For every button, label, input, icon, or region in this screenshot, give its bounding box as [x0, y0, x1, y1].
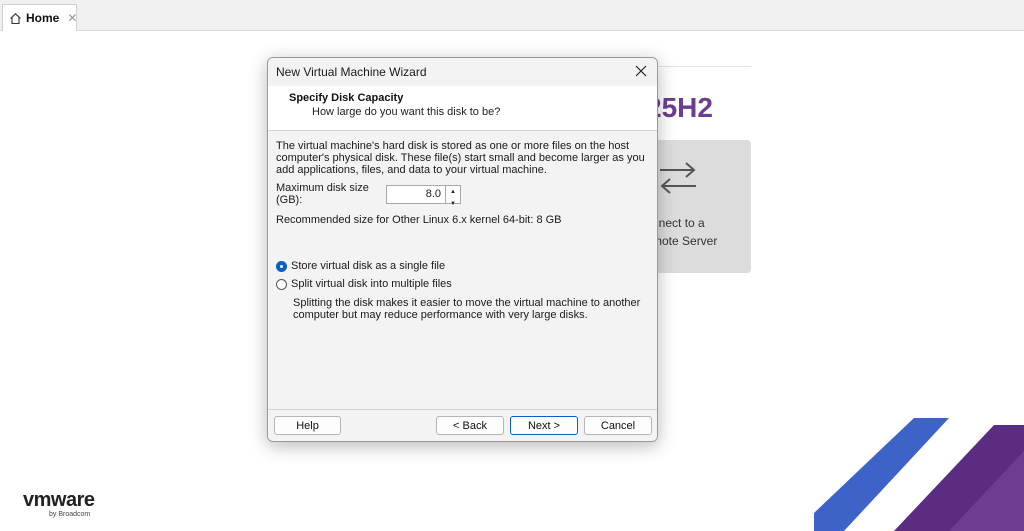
wizard-footer: Help < Back Next > Cancel	[268, 409, 657, 441]
dialog-titlebar: New Virtual Machine Wizard	[268, 58, 657, 85]
decrement-icon[interactable]: ▼	[446, 198, 460, 210]
new-vm-wizard-dialog: New Virtual Machine Wizard Specify Disk …	[267, 57, 658, 442]
max-disk-size-label: Maximum disk size (GB):	[276, 182, 369, 206]
home-icon	[9, 11, 22, 25]
tab-home[interactable]: Home ✕	[2, 4, 77, 31]
logo-byline: by Broadcom	[49, 511, 91, 518]
logo-brand: vmware	[23, 489, 95, 511]
split-files-option[interactable]: Split virtual disk into multiple files	[276, 277, 649, 291]
radio-split-files[interactable]	[276, 278, 287, 290]
disk-description: The virtual machine's hard disk is store…	[276, 140, 645, 176]
swap-arrows-icon	[658, 158, 698, 198]
help-button[interactable]: Help	[274, 416, 341, 435]
close-icon[interactable]: ✕	[67, 12, 77, 24]
tab-strip: Home ✕	[0, 0, 1024, 31]
increment-icon[interactable]: ▲	[446, 186, 460, 198]
next-button[interactable]: Next >	[510, 416, 578, 435]
wizard-header: Specify Disk Capacity How large do you w…	[268, 85, 657, 131]
split-note: Splitting the disk makes it easier to mo…	[293, 297, 641, 321]
divider	[655, 66, 751, 67]
tab-label: Home	[26, 11, 60, 25]
disk-size-row: Maximum disk size (GB): 8.0 ▲ ▼	[276, 182, 649, 207]
decorative-stripes	[814, 418, 1024, 531]
disk-size-input[interactable]: 8.0	[386, 184, 446, 204]
wizard-step-subtitle: How large do you want this disk to be?	[312, 106, 501, 118]
stepper-buttons: ▲ ▼	[446, 184, 461, 207]
disk-size-stepper[interactable]: 8.0 ▲ ▼	[386, 184, 461, 207]
wizard-step-title: Specify Disk Capacity	[289, 92, 404, 104]
radio-single-file[interactable]	[276, 260, 287, 272]
wizard-body: The virtual machine's hard disk is store…	[268, 131, 657, 321]
split-files-label: Split virtual disk into multiple files	[291, 278, 452, 290]
single-file-option[interactable]: Store virtual disk as a single file	[276, 259, 649, 273]
vmware-logo: vmware by Broadcom	[23, 489, 95, 518]
close-icon[interactable]	[629, 60, 653, 82]
recommended-size-text: Recommended size for Other Linux 6.x ker…	[276, 214, 562, 226]
back-button[interactable]: < Back	[436, 416, 504, 435]
single-file-label: Store virtual disk as a single file	[291, 260, 446, 272]
cancel-button[interactable]: Cancel	[584, 416, 652, 435]
dialog-title: New Virtual Machine Wizard	[276, 64, 427, 79]
